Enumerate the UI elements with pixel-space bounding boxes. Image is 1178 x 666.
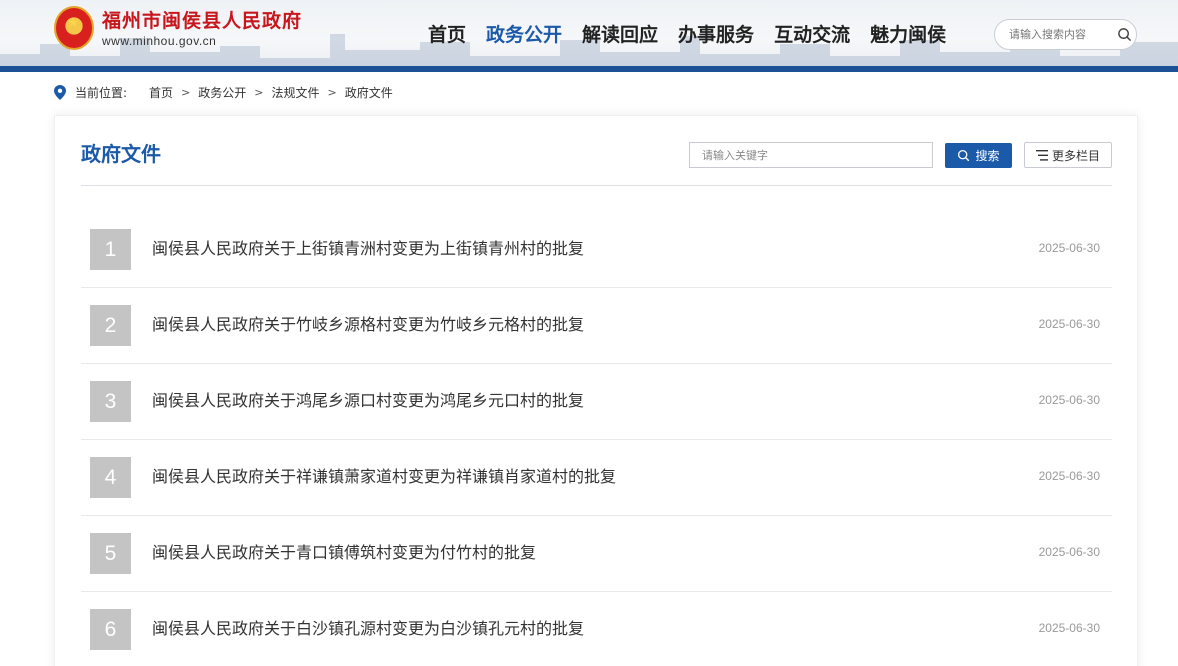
site-name: 福州市闽侯县人民政府 — [102, 10, 303, 32]
content-card: 政府文件 搜索 更多栏目 1 闽侯县人民政府关于上街镇青洲村变更为上街镇青州村的… — [54, 115, 1138, 666]
document-row[interactable]: 1 闽侯县人民政府关于上街镇青洲村变更为上街镇青州村的批复 2025-06-30 — [81, 212, 1112, 288]
site-header: 福州市闽侯县人民政府 www.minhou.gov.cn 首页 政务公开 解读回… — [0, 0, 1178, 72]
site-logo[interactable]: 福州市闽侯县人民政府 www.minhou.gov.cn — [54, 6, 302, 50]
document-date: 2025-06-30 — [1038, 393, 1100, 407]
search-button-label: 搜索 — [975, 149, 1000, 163]
search-button[interactable]: 搜索 — [945, 143, 1012, 168]
nav-item-gov-affairs[interactable]: 政务公开 — [476, 18, 572, 52]
site-url: www.minhou.gov.cn — [102, 34, 217, 48]
nav-item-interpretation[interactable]: 解读回应 — [572, 18, 668, 52]
document-number-badge: 2 — [90, 305, 131, 346]
main-nav: 首页 政务公开 解读回应 办事服务 互动交流 魅力闽侯 — [418, 18, 956, 52]
document-number-badge: 3 — [90, 381, 131, 422]
document-row[interactable]: 3 闽侯县人民政府关于鸿尾乡源口村变更为鸿尾乡元口村的批复 2025-06-30 — [81, 364, 1112, 440]
document-row[interactable]: 2 闽侯县人民政府关于竹岐乡源格村变更为竹岐乡元格村的批复 2025-06-30 — [81, 288, 1112, 364]
nav-item-interaction[interactable]: 互动交流 — [764, 18, 860, 52]
search-icon — [958, 149, 970, 162]
breadcrumb-home[interactable]: 首页 — [149, 84, 173, 101]
list-icon — [1035, 149, 1048, 161]
keyword-search-input[interactable] — [689, 142, 933, 168]
title-divider — [81, 185, 1112, 186]
emblem-icon — [54, 6, 94, 50]
more-columns-label: 更多栏目 — [1051, 148, 1100, 163]
document-list: 1 闽侯县人民政府关于上街镇青洲村变更为上街镇青州村的批复 2025-06-30… — [81, 212, 1112, 666]
breadcrumb-separator: > — [254, 86, 264, 99]
breadcrumb-gov-documents[interactable]: 政府文件 — [345, 84, 393, 101]
breadcrumb-separator: > — [181, 86, 191, 99]
breadcrumb: 当前位置: 首页 > 政务公开 > 法规文件 > 政府文件 — [54, 84, 393, 101]
more-columns-button[interactable]: 更多栏目 — [1024, 142, 1112, 168]
document-number-badge: 6 — [90, 609, 131, 650]
nav-item-services[interactable]: 办事服务 — [668, 18, 764, 52]
document-date: 2025-06-30 — [1038, 317, 1100, 331]
document-title-link[interactable]: 闽侯县人民政府关于青口镇傅筑村变更为付竹村的批复 — [152, 542, 536, 564]
document-title-link[interactable]: 闽侯县人民政府关于上街镇青洲村变更为上街镇青州村的批复 — [152, 238, 584, 260]
document-row[interactable]: 6 闽侯县人民政府关于白沙镇孔源村变更为白沙镇孔元村的批复 2025-06-30 — [81, 592, 1112, 666]
document-title-link[interactable]: 闽侯县人民政府关于竹岐乡源格村变更为竹岐乡元格村的批复 — [152, 314, 584, 336]
breadcrumb-separator: > — [327, 86, 337, 99]
header-accent-bar — [0, 66, 1178, 72]
search-icon[interactable] — [1117, 27, 1132, 42]
breadcrumb-regulations[interactable]: 法规文件 — [272, 84, 320, 101]
top-search-box — [994, 19, 1137, 50]
breadcrumb-prefix: 当前位置: — [75, 86, 128, 100]
document-number-badge: 1 — [90, 229, 131, 270]
document-number-badge: 5 — [90, 533, 131, 574]
breadcrumb-gov-affairs[interactable]: 政务公开 — [198, 84, 246, 101]
document-title-link[interactable]: 闽侯县人民政府关于鸿尾乡源口村变更为鸿尾乡元口村的批复 — [152, 390, 584, 412]
document-date: 2025-06-30 — [1038, 545, 1100, 559]
logo-text: 福州市闽侯县人民政府 www.minhou.gov.cn — [102, 8, 302, 48]
location-pin-icon — [54, 85, 66, 100]
document-number-badge: 4 — [90, 457, 131, 498]
document-date: 2025-06-30 — [1038, 469, 1100, 483]
document-row[interactable]: 5 闽侯县人民政府关于青口镇傅筑村变更为付竹村的批复 2025-06-30 — [81, 516, 1112, 592]
document-date: 2025-06-30 — [1038, 241, 1100, 255]
page-title: 政府文件 — [81, 142, 161, 166]
nav-item-home[interactable]: 首页 — [418, 18, 476, 52]
document-row[interactable]: 4 闽侯县人民政府关于祥谦镇萧家道村变更为祥谦镇肖家道村的批复 2025-06-… — [81, 440, 1112, 516]
document-title-link[interactable]: 闽侯县人民政府关于祥谦镇萧家道村变更为祥谦镇肖家道村的批复 — [152, 466, 616, 488]
top-search-input[interactable] — [1009, 28, 1113, 41]
document-date: 2025-06-30 — [1038, 621, 1100, 635]
nav-item-charm-minhou[interactable]: 魅力闽侯 — [860, 18, 956, 52]
document-title-link[interactable]: 闽侯县人民政府关于白沙镇孔源村变更为白沙镇孔元村的批复 — [152, 618, 584, 640]
